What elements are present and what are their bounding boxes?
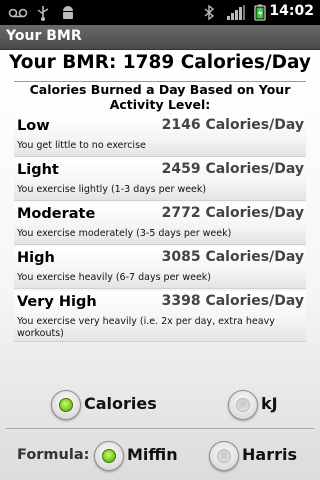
radio-label: kJ: [261, 394, 278, 413]
level-name: Light: [17, 162, 59, 178]
radio-label: Calories: [84, 394, 157, 413]
bmr-heading: Your BMR: 1789 Calories/Day: [9, 52, 311, 73]
android-debug-icon: [63, 6, 73, 19]
level-calories: 2459 Calories/Day: [161, 161, 304, 177]
radio-label: Miffin: [127, 445, 178, 464]
activity-subheading-text: Calories Burned a Day Based on Your Acti…: [29, 82, 291, 112]
level-name: High: [17, 250, 55, 266]
status-time: 14:02: [269, 3, 314, 19]
app-title: Your BMR: [6, 28, 82, 44]
level-calories: 2772 Calories/Day: [161, 205, 304, 221]
formula-label: Formula:: [17, 447, 90, 463]
radio-button-icon: [228, 390, 258, 420]
level-description: You exercise lightly (1-3 days per week): [17, 184, 207, 195]
radio-button-icon: [94, 441, 124, 471]
level-description: You exercise moderately (3-5 days per we…: [17, 228, 232, 239]
activity-level-low: Low 2146 Calories/Day You get little to …: [14, 115, 306, 157]
battery-charging-icon: [254, 4, 266, 21]
miffin-radio[interactable]: Miffin: [94, 441, 184, 473]
level-name: Very High: [17, 294, 97, 310]
title-bar: Your BMR: [0, 25, 320, 50]
level-calories: 3398 Calories/Day: [161, 293, 304, 309]
harris-radio[interactable]: Harris: [209, 441, 299, 473]
signal-icon: [227, 5, 245, 20]
level-description: You get little to no exercise: [17, 140, 146, 151]
main-content: Your BMR: 1789 Calories/Day Calories Bur…: [0, 50, 320, 480]
voicemail-icon: [8, 8, 28, 18]
kj-radio[interactable]: kJ: [228, 390, 298, 422]
calories-radio[interactable]: Calories: [51, 390, 161, 422]
activity-level-list: Low 2146 Calories/Day You get little to …: [14, 115, 306, 344]
usb-icon: [37, 6, 49, 21]
level-name: Low: [17, 118, 50, 134]
level-calories: 2146 Calories/Day: [161, 117, 304, 133]
radio-label: Harris: [242, 445, 297, 464]
bluetooth-icon: [204, 4, 215, 21]
level-calories: 3085 Calories/Day: [161, 249, 304, 265]
activity-level-high: High 3085 Calories/Day You exercise heav…: [14, 247, 306, 289]
activity-level-moderate: Moderate 2772 Calories/Day You exercise …: [14, 203, 306, 245]
level-description: You exercise very heavily (i.e. 2x per d…: [17, 316, 275, 339]
divider: [6, 428, 314, 429]
activity-level-very-high: Very High 3398 Calories/Day You exercise…: [14, 291, 306, 342]
level-description: You exercise heavily (6-7 days per week): [17, 272, 212, 283]
level-name: Moderate: [17, 206, 96, 222]
activity-level-light: Light 2459 Calories/Day You exercise lig…: [14, 159, 306, 201]
status-bar: 14:02: [0, 0, 320, 25]
radio-button-icon: [209, 441, 239, 471]
radio-button-icon: [51, 390, 81, 420]
